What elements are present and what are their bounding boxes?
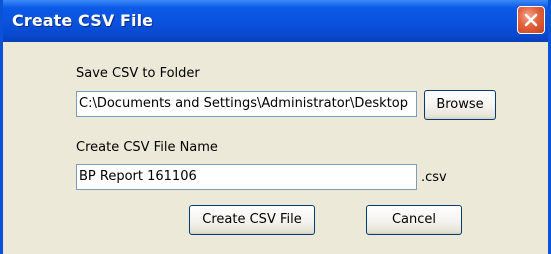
file-extension-label: .csv (421, 170, 447, 185)
dialog-title: Create CSV File (12, 11, 154, 30)
folder-path-input[interactable]: C:\Documents and Settings\Administrator\… (76, 91, 417, 117)
folder-label: Save CSV to Folder (76, 66, 200, 81)
close-button[interactable] (517, 6, 545, 34)
create-csv-file-button[interactable]: Create CSV File (189, 205, 315, 235)
file-name-input[interactable]: BP Report 161106 (76, 164, 417, 190)
title-bar[interactable]: Create CSV File (3, 0, 548, 42)
create-csv-dialog: Create CSV File Save CSV to Folder C:\Do… (0, 0, 551, 254)
cancel-button[interactable]: Cancel (366, 205, 462, 235)
browse-button[interactable]: Browse (424, 90, 496, 120)
file-name-label: Create CSV File Name (76, 140, 218, 155)
close-icon (524, 13, 538, 27)
